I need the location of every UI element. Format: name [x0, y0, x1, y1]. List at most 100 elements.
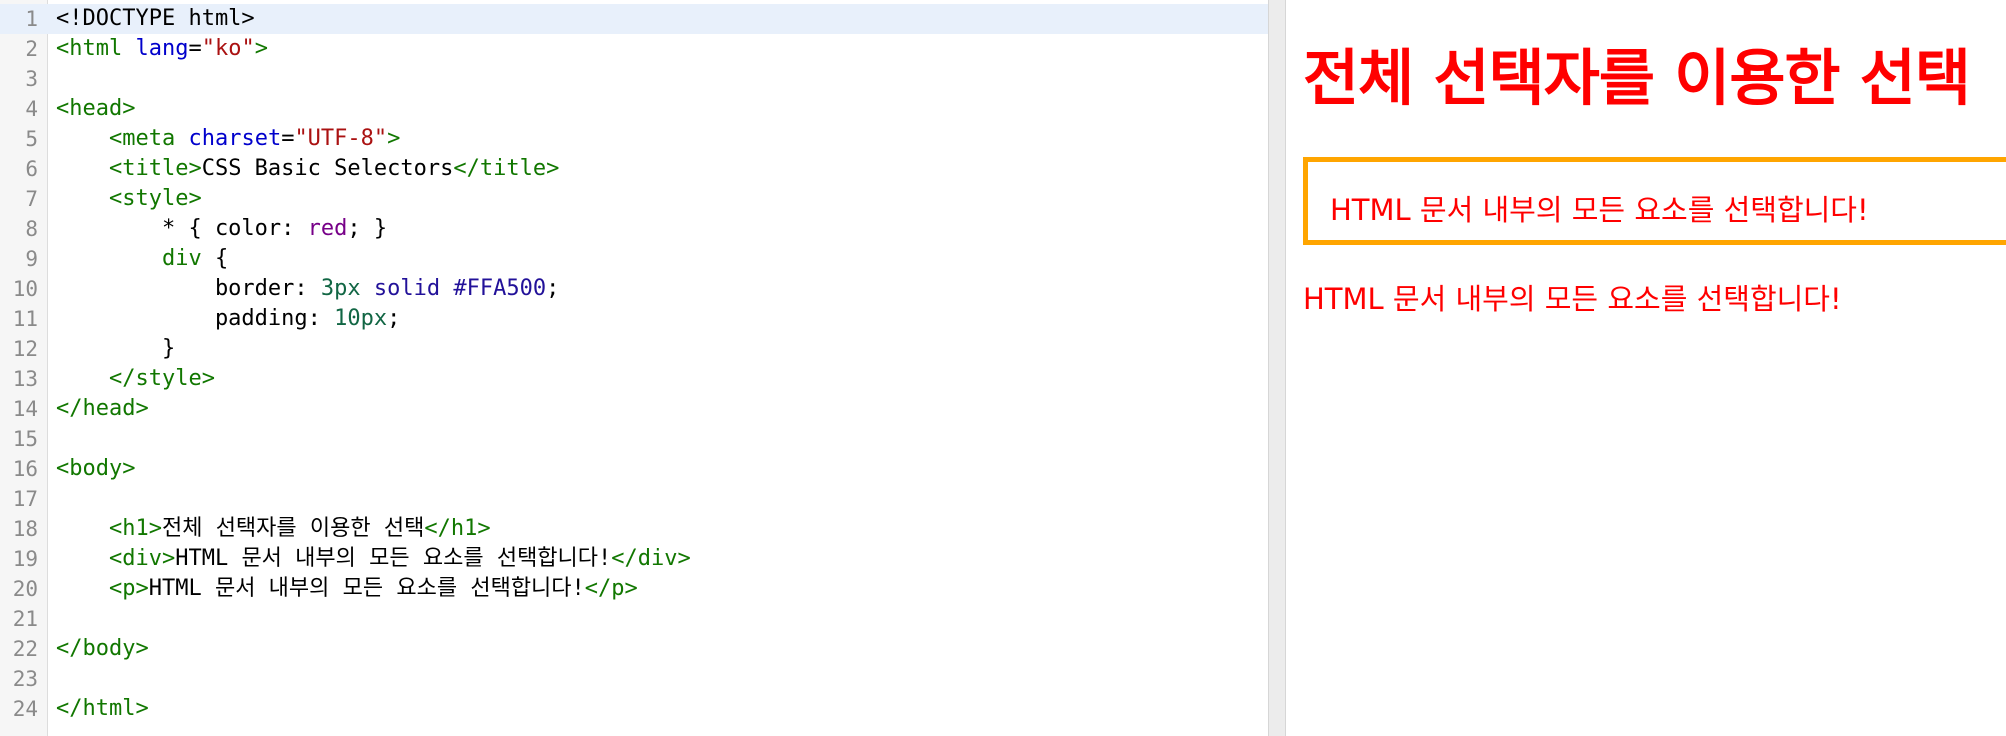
code-line[interactable]: 21: [0, 604, 1268, 634]
code-line[interactable]: 19 <div>HTML 문서 내부의 모든 요소를 선택합니다!</div>: [0, 544, 1268, 574]
code-line[interactable]: 22 </body>: [0, 634, 1268, 664]
code-text: padding: 10px;: [56, 304, 400, 334]
preview-pane: 전체 선택자를 이용한 선택 HTML 문서 내부의 모든 요소를 선택합니다!…: [1286, 0, 2006, 736]
code-token: lang: [135, 36, 189, 61]
line-number: 14: [12, 397, 38, 421]
code-token: 10px: [334, 306, 388, 331]
code-line[interactable]: 1 <!DOCTYPE html>: [0, 4, 1268, 34]
code-token: "ko": [201, 36, 255, 61]
code-line[interactable]: 5 <meta charset="UTF-8">: [0, 124, 1268, 154]
preview-bordered-div: HTML 문서 내부의 모든 요소를 선택합니다!: [1303, 157, 2006, 245]
code-line[interactable]: 2 <html lang="ko">: [0, 34, 1268, 64]
code-text: <p>HTML 문서 내부의 모든 요소를 선택합니다!</p>: [56, 574, 638, 604]
preview-paragraph: HTML 문서 내부의 모든 요소를 선택합니다!: [1303, 282, 1842, 316]
code-line[interactable]: 16 <body>: [0, 454, 1268, 484]
code-token: <div>: [108, 546, 176, 571]
code-text: * { color: red; }: [56, 214, 387, 244]
code-line[interactable]: 13 </style>: [0, 364, 1268, 394]
code-line[interactable]: 10 border: 3px solid #FFA500;: [0, 274, 1268, 304]
code-token: CSS Basic Selectors: [201, 156, 454, 181]
code-token: 3px: [320, 276, 361, 301]
line-number: 19: [12, 547, 38, 571]
line-number: 2: [25, 37, 38, 61]
code-token: <body>: [56, 456, 136, 481]
line-number: 3: [25, 67, 38, 91]
line-number: 21: [12, 607, 38, 631]
line-number: 9: [25, 247, 38, 271]
code-line[interactable]: 7 <style>: [0, 184, 1268, 214]
code-token: </div>: [611, 546, 691, 571]
code-token: </p>: [584, 576, 638, 601]
code-token: "UTF-8": [294, 126, 388, 151]
code-line[interactable]: 9 div {: [0, 244, 1268, 274]
code-line[interactable]: 23: [0, 664, 1268, 694]
code-text: <html lang="ko">: [56, 34, 268, 64]
code-token: HTML 문서 내부의 모든 요소를 선택합니다!: [175, 546, 612, 571]
code-text: <meta charset="UTF-8">: [56, 124, 400, 154]
code-token: padding:: [56, 306, 335, 331]
code-token: </head>: [56, 396, 149, 421]
code-text: </html>: [56, 694, 149, 724]
code-text: <h1>전체 선택자를 이용한 선택</h1>: [56, 514, 491, 544]
code-line[interactable]: 4 <head>: [0, 94, 1268, 124]
line-number: 22: [12, 637, 38, 661]
line-number: 23: [12, 667, 38, 691]
code-text: </style>: [56, 364, 215, 394]
code-line[interactable]: 14 </head>: [0, 394, 1268, 424]
code-line[interactable]: 8 * { color: red; }: [0, 214, 1268, 244]
code-token: <title>: [108, 156, 202, 181]
code-token: solid: [373, 276, 441, 301]
code-line[interactable]: 6 <title>CSS Basic Selectors</title>: [0, 154, 1268, 184]
code-token: #FFA500: [453, 276, 547, 301]
line-number: 7: [25, 187, 38, 211]
code-token: <head>: [56, 96, 136, 121]
code-line[interactable]: 12 }: [0, 334, 1268, 364]
code-token: </title>: [453, 156, 560, 181]
line-number: 6: [25, 157, 38, 181]
code-token: red: [307, 216, 348, 241]
code-line[interactable]: 17: [0, 484, 1268, 514]
code-token: div: [161, 246, 202, 271]
line-number: 12: [12, 337, 38, 361]
code-token: <html: [56, 36, 136, 61]
code-line[interactable]: 15: [0, 424, 1268, 454]
line-number: 5: [25, 127, 38, 151]
line-number: 11: [12, 307, 38, 331]
code-text: <div>HTML 문서 내부의 모든 요소를 선택합니다!</div>: [56, 544, 691, 574]
code-token: >: [387, 126, 401, 151]
code-token: }: [56, 336, 176, 361]
pane-splitter[interactable]: [1268, 0, 1286, 736]
line-number: 4: [25, 97, 38, 121]
code-text: <title>CSS Basic Selectors</title>: [56, 154, 559, 184]
code-line[interactable]: 20 <p>HTML 문서 내부의 모든 요소를 선택합니다!</p>: [0, 574, 1268, 604]
code-line[interactable]: 18 <h1>전체 선택자를 이용한 선택</h1>: [0, 514, 1268, 544]
code-token: =: [188, 36, 202, 61]
line-number: 24: [12, 697, 38, 721]
code-line[interactable]: 11 padding: 10px;: [0, 304, 1268, 334]
code-token: ;: [387, 306, 401, 331]
code-line[interactable]: 24 </html>: [0, 694, 1268, 724]
code-editor[interactable]: 1 <!DOCTYPE html> 2 <html lang="ko"> 3 4 <head…: [0, 0, 1268, 736]
code-text: <style>: [56, 184, 202, 214]
line-number: 10: [12, 277, 38, 301]
code-token: border:: [56, 276, 321, 301]
code-text: <body>: [56, 454, 135, 484]
code-text: <head>: [56, 94, 135, 124]
code-line[interactable]: 3: [0, 64, 1268, 94]
code-token: HTML 문서 내부의 모든 요소를 선택합니다!: [148, 576, 585, 601]
line-number: 17: [12, 487, 38, 511]
code-token: <!DOCTYPE html>: [56, 6, 255, 31]
line-number: 8: [25, 217, 38, 241]
code-token: 전체 선택자를 이용한 선택: [161, 516, 425, 541]
code-token: <meta: [108, 126, 189, 151]
code-token: {: [201, 246, 229, 271]
code-token: >: [254, 36, 268, 61]
code-token: charset: [188, 126, 282, 151]
